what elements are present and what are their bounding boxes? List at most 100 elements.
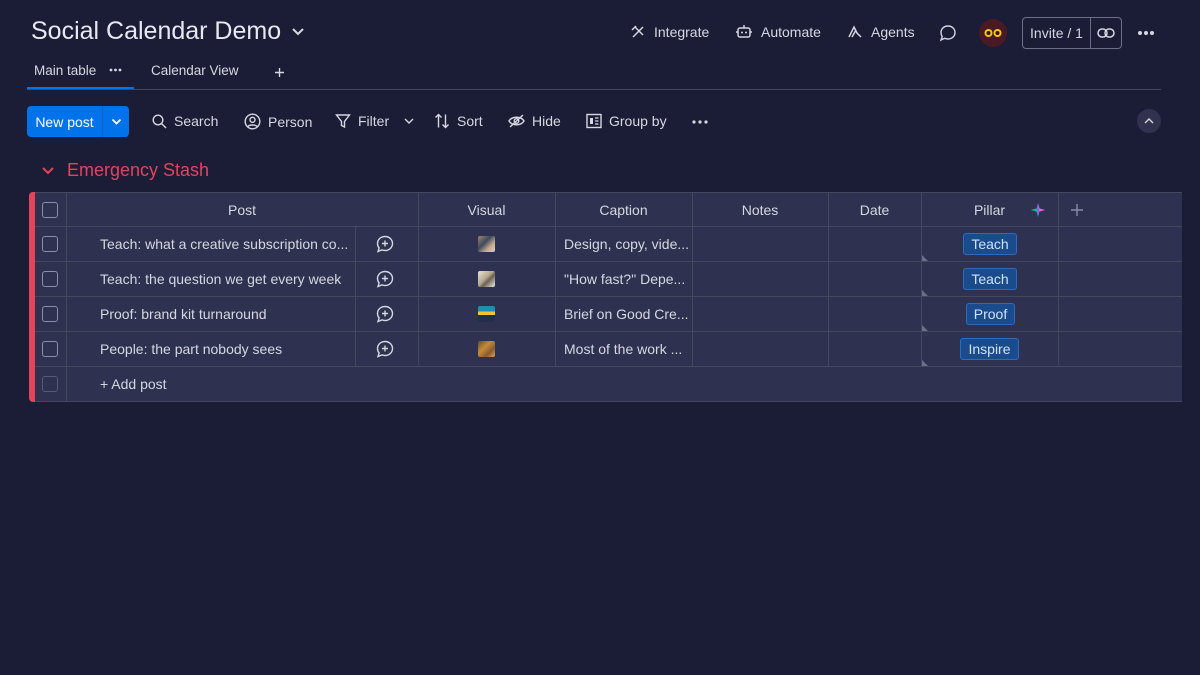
add-row-checkbox-placeholder — [42, 376, 58, 392]
add-post-button[interactable]: + Add post — [100, 367, 167, 402]
new-post-button-group: New post — [27, 106, 129, 137]
robot-icon — [735, 24, 753, 40]
collapse-header-button[interactable] — [1137, 109, 1161, 133]
tab-main-table-label: Main table — [34, 63, 97, 78]
filter-button[interactable]: Filter — [335, 113, 414, 129]
toolbar-more-icon[interactable] — [692, 120, 708, 124]
copy-link-icon[interactable] — [1091, 18, 1121, 48]
tab-options-icon[interactable] — [109, 68, 122, 72]
cell-corner-marker — [922, 290, 928, 296]
visual-thumbnail[interactable] — [478, 306, 495, 322]
person-label: Person — [268, 113, 313, 130]
automate-button[interactable]: Automate — [735, 24, 821, 40]
invite-group: Invite / 1 — [1022, 17, 1122, 49]
pillar-tag[interactable]: Teach — [963, 233, 1017, 255]
pillar-tag[interactable]: Teach — [963, 268, 1017, 290]
caption-text[interactable]: Design, copy, vide... — [564, 227, 688, 261]
add-update-icon[interactable] — [376, 340, 394, 358]
hide-label: Hide — [532, 113, 561, 129]
tab-calendar-view-label: Calendar View — [151, 63, 239, 78]
chevron-down-icon[interactable] — [41, 166, 55, 175]
sort-icon — [434, 113, 450, 129]
agents-label: Agents — [871, 24, 915, 40]
add-update-icon[interactable] — [376, 305, 394, 323]
table-row[interactable]: Teach: the question we get every week "H… — [35, 262, 1182, 297]
post-name[interactable]: Teach: what a creative subscription co..… — [100, 227, 350, 261]
agents-button[interactable]: Agents — [847, 24, 915, 40]
filter-label: Filter — [358, 113, 390, 129]
board-title-text: Social Calendar Demo — [31, 17, 282, 45]
visual-thumbnail[interactable] — [478, 236, 495, 252]
updates-chat-icon[interactable] — [939, 24, 957, 42]
group-header[interactable]: Emergency Stash — [41, 160, 209, 181]
person-filter-button[interactable]: Person — [244, 113, 312, 130]
table-row[interactable]: Proof: brand kit turnaround Brief on Goo… — [35, 297, 1182, 332]
row-checkbox[interactable] — [42, 236, 58, 252]
caption-text[interactable]: Most of the work ... — [564, 332, 688, 366]
add-view-icon[interactable] — [274, 67, 285, 78]
add-update-icon[interactable] — [376, 235, 394, 253]
chevron-down-icon[interactable] — [291, 27, 305, 37]
add-update-icon[interactable] — [376, 270, 394, 288]
group-by-button[interactable]: Group by — [586, 113, 667, 129]
new-post-button[interactable]: New post — [27, 106, 103, 137]
row-checkbox[interactable] — [42, 341, 58, 357]
chevron-down-icon[interactable] — [404, 118, 414, 124]
caption-text[interactable]: Brief on Good Cre... — [564, 297, 688, 331]
tab-calendar-view[interactable]: Calendar View — [151, 63, 239, 78]
table-row[interactable]: Teach: what a creative subscription co..… — [35, 227, 1182, 262]
add-post-row[interactable]: + Add post — [35, 367, 1182, 402]
select-all-checkbox[interactable] — [42, 202, 58, 218]
integrate-label: Integrate — [654, 24, 710, 40]
pillar-tag[interactable]: Proof — [966, 303, 1015, 325]
search-icon — [152, 113, 167, 129]
more-options-icon[interactable] — [1137, 30, 1155, 36]
active-tab-indicator — [27, 87, 134, 89]
group-by-label: Group by — [609, 113, 667, 129]
integrate-button[interactable]: Integrate — [630, 24, 709, 40]
tabs-divider — [27, 89, 1161, 90]
post-name[interactable]: People: the part nobody sees — [100, 332, 350, 366]
table-bottom-border — [35, 401, 1182, 402]
column-header-post[interactable]: Post — [66, 193, 418, 227]
cell-corner-marker — [922, 360, 928, 366]
chevron-down-icon — [111, 118, 122, 125]
sort-label: Sort — [457, 113, 483, 129]
caption-text[interactable]: "How fast?" Depe... — [564, 262, 688, 296]
cell-corner-marker — [922, 325, 928, 331]
table-row[interactable]: People: the part nobody sees Most of the… — [35, 332, 1182, 367]
group-by-icon — [586, 113, 602, 129]
visual-thumbnail[interactable] — [478, 341, 495, 357]
chevron-up-icon — [1144, 118, 1154, 124]
integrate-icon — [630, 24, 646, 40]
pillar-tag[interactable]: Inspire — [960, 338, 1019, 360]
new-post-dropdown[interactable] — [103, 106, 129, 137]
tab-main-table[interactable]: Main table — [34, 63, 96, 78]
row-checkbox[interactable] — [42, 306, 58, 322]
filter-icon — [335, 113, 351, 129]
sort-button[interactable]: Sort — [434, 113, 483, 129]
column-header-visual[interactable]: Visual — [418, 193, 555, 227]
person-icon — [244, 113, 261, 130]
post-name[interactable]: Proof: brand kit turnaround — [100, 297, 350, 331]
group-title[interactable]: Emergency Stash — [67, 160, 209, 181]
ai-sparkle-icon[interactable] — [1031, 203, 1045, 217]
agents-icon — [847, 24, 863, 40]
column-header-caption[interactable]: Caption — [555, 193, 692, 227]
avatar[interactable] — [979, 19, 1007, 47]
column-header-date[interactable]: Date — [828, 193, 921, 227]
automate-label: Automate — [761, 24, 821, 40]
hide-button[interactable]: Hide — [508, 113, 561, 129]
row-checkbox[interactable] — [42, 271, 58, 287]
column-header-notes[interactable]: Notes — [692, 193, 828, 227]
post-name[interactable]: Teach: the question we get every week — [100, 262, 350, 296]
add-column-icon[interactable] — [1070, 203, 1084, 217]
visual-thumbnail[interactable] — [478, 271, 495, 287]
invite-button[interactable]: Invite / 1 — [1023, 18, 1091, 48]
table-header-row: Post Visual Caption Notes Date Pillar — [35, 192, 1182, 227]
board-title[interactable]: Social Calendar Demo — [31, 17, 305, 46]
eye-hidden-icon — [508, 114, 525, 128]
search-button[interactable]: Search — [152, 113, 218, 129]
cell-corner-marker — [922, 255, 928, 261]
search-label: Search — [174, 113, 219, 129]
